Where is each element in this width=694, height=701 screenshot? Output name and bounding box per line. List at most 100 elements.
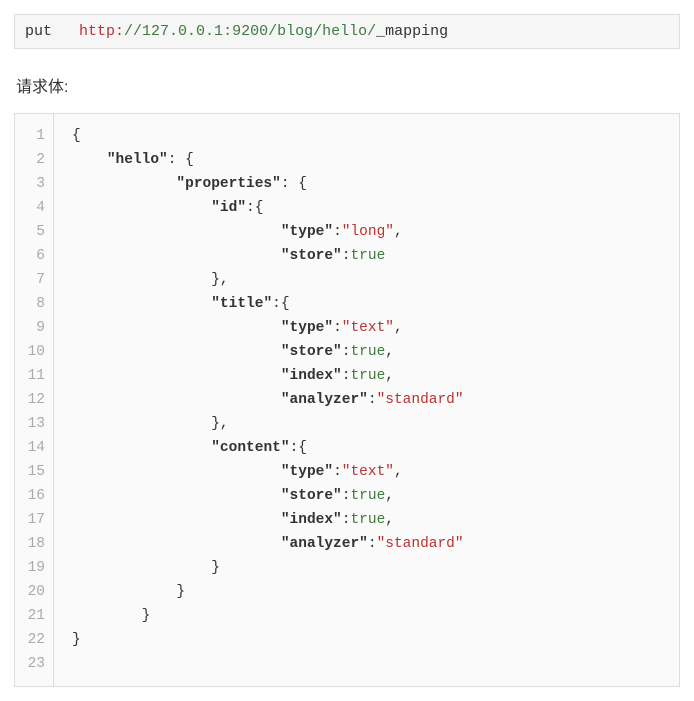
code-token: true xyxy=(350,344,385,360)
gap xyxy=(52,23,79,40)
code-token: "type" xyxy=(281,320,333,336)
code-token xyxy=(72,344,281,360)
code-token: }, xyxy=(72,416,229,432)
code-line: "store":true xyxy=(72,244,679,268)
code-token xyxy=(72,296,211,312)
code-line: } xyxy=(72,604,679,628)
code-line: "index":true, xyxy=(72,364,679,388)
code-token: "long" xyxy=(342,224,394,240)
url-scheme: http: xyxy=(79,23,124,40)
request-url-box: put http://127.0.0.1:9200/blog/hello/_ma… xyxy=(14,14,680,49)
code-line: "analyzer":"standard" xyxy=(72,388,679,412)
url-suffix: _mapping xyxy=(376,23,448,40)
code-token: "id" xyxy=(211,200,246,216)
code-token: "index" xyxy=(281,368,342,384)
url-path: //127.0.0.1:9200/blog/hello/ xyxy=(124,23,376,40)
code-token: : xyxy=(333,320,342,336)
code-token: :{ xyxy=(290,440,307,456)
code-token: , xyxy=(385,368,394,384)
line-number: 19 xyxy=(15,556,53,580)
line-number-gutter: 1234567891011121314151617181920212223 xyxy=(15,114,54,686)
code-token: { xyxy=(72,128,81,144)
code-token: : xyxy=(333,224,342,240)
code-token: } xyxy=(72,560,220,576)
code-token: "title" xyxy=(211,296,272,312)
code-line: } xyxy=(72,628,679,652)
code-line: "title":{ xyxy=(72,292,679,316)
code-token: "standard" xyxy=(377,392,464,408)
code-token xyxy=(72,464,281,480)
code-token: : { xyxy=(281,176,307,192)
code-token xyxy=(72,512,281,528)
line-number: 15 xyxy=(15,460,53,484)
code-token xyxy=(72,248,281,264)
code-line: "type":"text", xyxy=(72,316,679,340)
code-token: , xyxy=(385,344,394,360)
code-token: "store" xyxy=(281,488,342,504)
code-token: "type" xyxy=(281,464,333,480)
code-line: } xyxy=(72,556,679,580)
code-line xyxy=(72,652,679,676)
code-token xyxy=(72,200,211,216)
code-token: }, xyxy=(72,272,229,288)
code-line: "hello": { xyxy=(72,148,679,172)
code-token: } xyxy=(72,632,81,648)
code-line: { xyxy=(72,124,679,148)
line-number: 21 xyxy=(15,604,53,628)
code-token: true xyxy=(350,512,385,528)
code-line: }, xyxy=(72,412,679,436)
line-number: 20 xyxy=(15,580,53,604)
code-line: "analyzer":"standard" xyxy=(72,532,679,556)
code-token: true xyxy=(350,368,385,384)
code-token: "properties" xyxy=(176,176,280,192)
line-number: 22 xyxy=(15,628,53,652)
line-number: 9 xyxy=(15,316,53,340)
code-line: "store":true, xyxy=(72,484,679,508)
code-token: "index" xyxy=(281,512,342,528)
code-token xyxy=(72,392,281,408)
section-label: 请求体: xyxy=(16,73,678,97)
code-token xyxy=(72,488,281,504)
code-token: "store" xyxy=(281,248,342,264)
line-number: 11 xyxy=(15,364,53,388)
code-content[interactable]: { "hello": { "properties": { "id":{ "typ… xyxy=(54,114,679,686)
line-number: 3 xyxy=(15,172,53,196)
line-number: 7 xyxy=(15,268,53,292)
line-number: 23 xyxy=(15,652,53,676)
code-token xyxy=(72,440,211,456)
code-token: , xyxy=(394,320,403,336)
line-number: 8 xyxy=(15,292,53,316)
code-token: : xyxy=(368,392,377,408)
code-line: "index":true, xyxy=(72,508,679,532)
code-token xyxy=(72,176,176,192)
line-number: 4 xyxy=(15,196,53,220)
code-token xyxy=(72,224,281,240)
line-number: 13 xyxy=(15,412,53,436)
code-line: } xyxy=(72,580,679,604)
code-token xyxy=(72,152,107,168)
line-number: 6 xyxy=(15,244,53,268)
code-token: "analyzer" xyxy=(281,392,368,408)
code-token: true xyxy=(350,248,385,264)
line-number: 5 xyxy=(15,220,53,244)
code-token: , xyxy=(394,464,403,480)
code-token: : xyxy=(368,536,377,552)
code-token: "text" xyxy=(342,320,394,336)
line-number: 16 xyxy=(15,484,53,508)
code-line: "id":{ xyxy=(72,196,679,220)
code-token: :{ xyxy=(272,296,289,312)
code-token: "text" xyxy=(342,464,394,480)
code-token: "content" xyxy=(211,440,289,456)
code-line: "properties": { xyxy=(72,172,679,196)
code-token: "analyzer" xyxy=(281,536,368,552)
line-number: 2 xyxy=(15,148,53,172)
code-token: , xyxy=(394,224,403,240)
code-line: "type":"long", xyxy=(72,220,679,244)
line-number: 14 xyxy=(15,436,53,460)
code-line: "content":{ xyxy=(72,436,679,460)
line-number: 10 xyxy=(15,340,53,364)
code-token: "hello" xyxy=(107,152,168,168)
code-token: : xyxy=(333,464,342,480)
code-token: "standard" xyxy=(377,536,464,552)
code-token xyxy=(72,320,281,336)
